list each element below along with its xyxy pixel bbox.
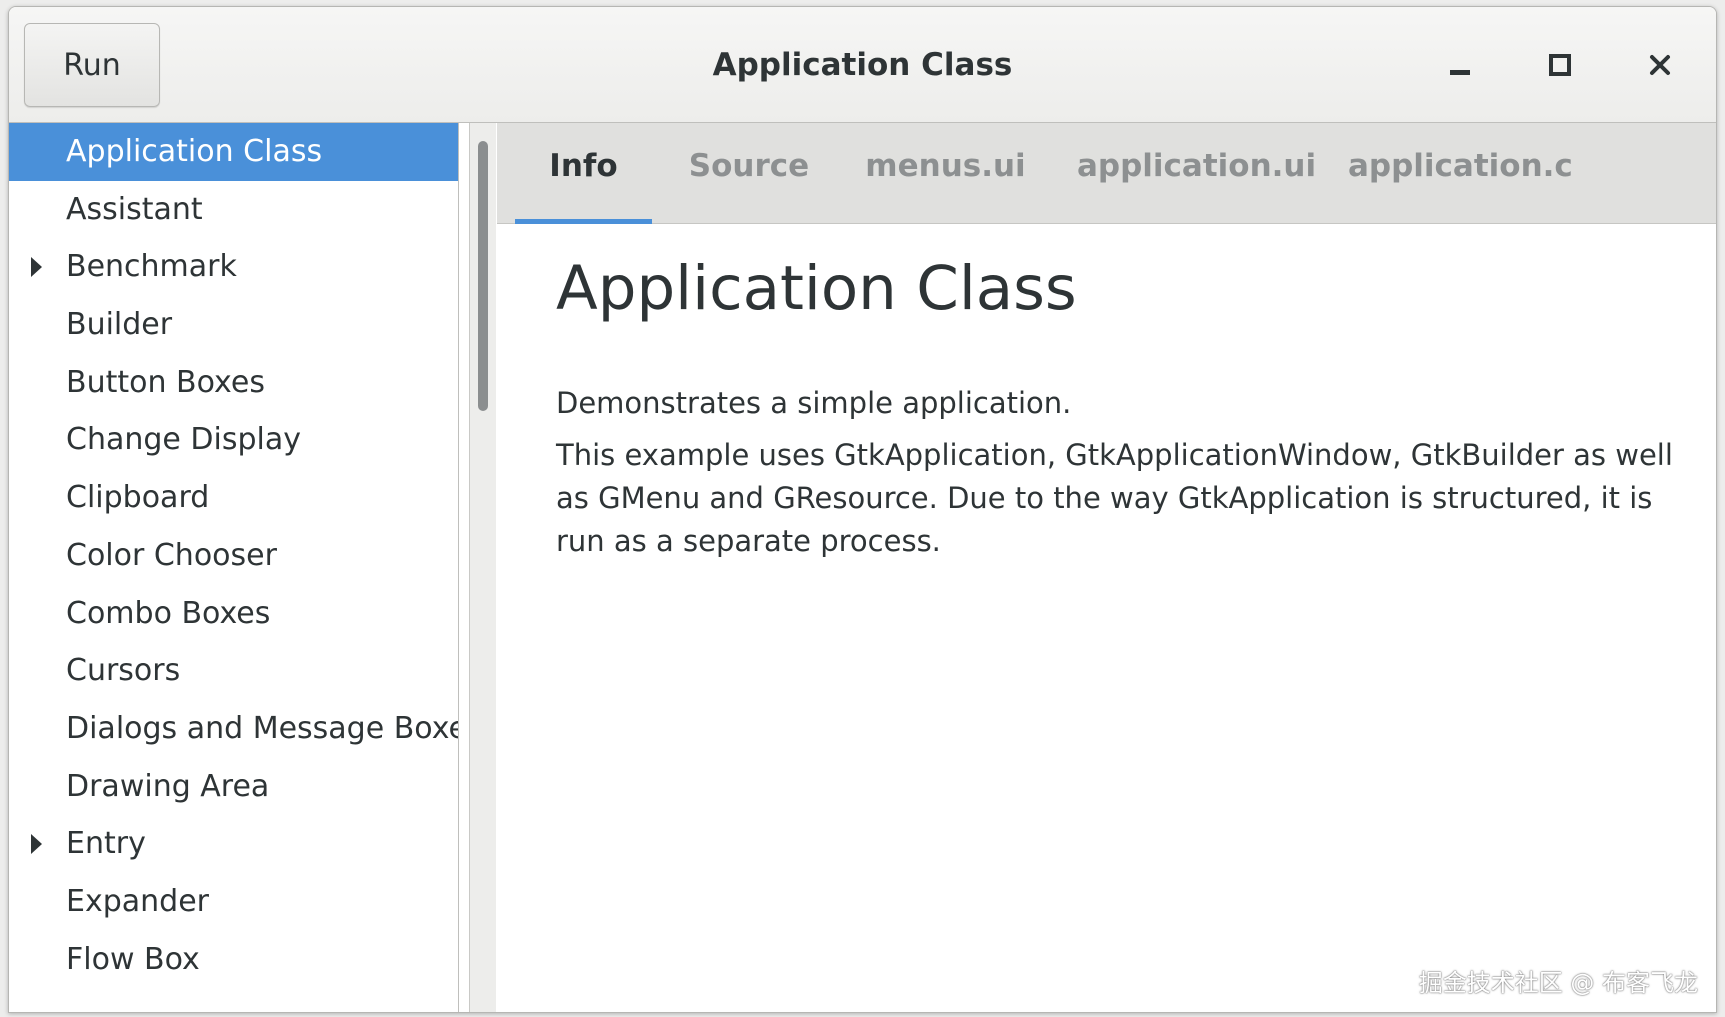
demo-list: Application Class Assistant Benchmark Build… — [9, 123, 459, 1012]
sidebar-item[interactable]: Button Boxes — [9, 354, 458, 412]
demo-sidebar: Application Class Assistant Benchmark Build… — [9, 123, 459, 1012]
sidebar-item[interactable]: Color Chooser — [9, 527, 458, 585]
sidebar-item[interactable]: Benchmark — [9, 238, 458, 296]
sidebar-item-label: Expander — [66, 883, 209, 919]
description-line-1: Demonstrates a simple application. — [556, 386, 1072, 420]
sidebar-item-label: Combo Boxes — [66, 595, 271, 631]
sidebar-item-label: Application Class — [66, 134, 323, 169]
expander-arrow-icon[interactable] — [31, 257, 42, 278]
tab[interactable]: menus.ui — [864, 123, 1027, 224]
page-heading: Application Class — [556, 253, 1077, 324]
app-window: Run Application Class Application Class A… — [8, 6, 1717, 1013]
maximize-icon — [1549, 54, 1571, 76]
sidebar-item-label: Clipboard — [66, 480, 210, 516]
sidebar-item-label: Button Boxes — [66, 364, 265, 400]
sidebar-item[interactable]: Combo Boxes — [9, 585, 458, 643]
sidebar-item[interactable]: Flow Box — [9, 931, 458, 989]
sidebar-item-label: Cursors — [66, 653, 181, 689]
sidebar-item[interactable]: Application Class — [9, 123, 458, 181]
tab[interactable]: Info — [515, 123, 652, 224]
sidebar-item[interactable]: Clipboard — [9, 469, 458, 527]
sidebar-item[interactable]: Cursors — [9, 642, 458, 700]
scrollbar-thumb[interactable] — [478, 141, 488, 411]
run-button[interactable]: Run — [24, 23, 160, 107]
notebook-tabs: Info Source menus.ui application.ui applicat… — [497, 123, 1716, 224]
content-pane: Info Source menus.ui application.ui applicat… — [497, 123, 1716, 1012]
maximize-button[interactable] — [1530, 37, 1590, 93]
close-button[interactable] — [1630, 37, 1690, 93]
sidebar-scrollbar[interactable] — [469, 123, 496, 1012]
sidebar-item-label: Assistant — [66, 191, 203, 227]
header-bar: Run Application Class — [9, 7, 1716, 123]
watermark: 掘金技术社区 @ 布客飞龙 — [1418, 969, 1698, 997]
sidebar-item[interactable]: Change Display — [9, 411, 458, 469]
sidebar-item-label: Color Chooser — [66, 537, 277, 573]
close-icon — [1650, 55, 1670, 75]
tab[interactable]: application.c — [1348, 123, 1573, 224]
sidebar-item[interactable]: Assistant — [9, 181, 458, 239]
expander-arrow-icon[interactable] — [31, 834, 42, 855]
sidebar-item[interactable]: Builder — [9, 296, 458, 354]
sidebar-item[interactable]: Dialogs and Message Boxes — [9, 700, 459, 758]
sidebar-item[interactable]: Entry — [9, 815, 458, 873]
sidebar-item-label: Change Display — [66, 422, 301, 458]
minimize-icon — [1450, 69, 1470, 75]
sidebar-item-label: Flow Box — [66, 941, 200, 977]
minimize-button[interactable] — [1430, 37, 1490, 93]
run-button-label: Run — [63, 47, 121, 83]
description-paragraph: This example uses GtkApplication, GtkApp… — [556, 438, 1673, 558]
sidebar-item-label: Drawing Area — [66, 768, 270, 804]
tab[interactable]: Source — [685, 123, 813, 224]
tab[interactable]: application.ui — [1077, 123, 1316, 224]
sidebar-item-label: Dialogs and Message Boxes — [66, 710, 459, 746]
sidebar-item[interactable]: Expander — [9, 873, 458, 931]
sidebar-item-label: Entry — [66, 826, 146, 862]
sidebar-item-label: Benchmark — [66, 249, 237, 285]
sidebar-item-label: Builder — [66, 307, 173, 343]
sidebar-item[interactable]: Drawing Area — [9, 758, 458, 816]
